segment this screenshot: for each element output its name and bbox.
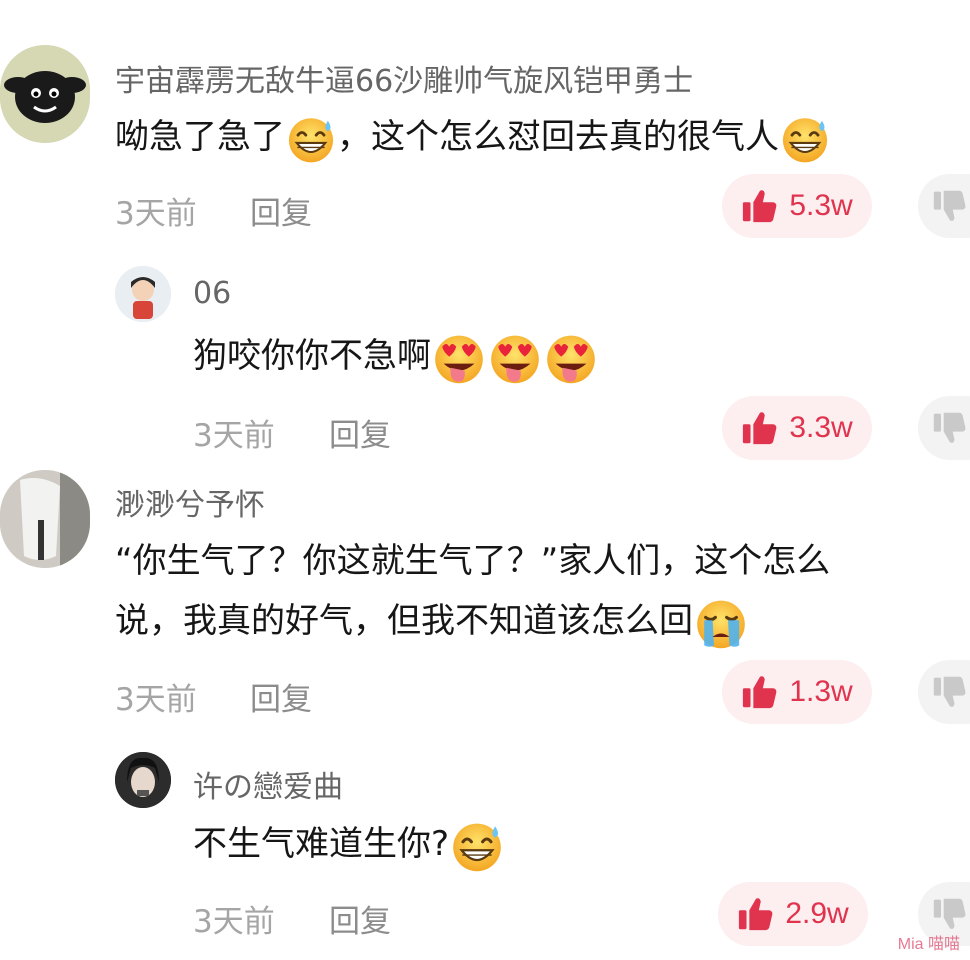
girl-photo-avatar-icon [115,752,171,808]
comment-text-part: 狗咬你你不急啊 [193,336,431,376]
like-count: 2.9w [785,897,849,930]
thumb-down-icon [932,674,968,710]
comment-text-line: “你生气了？你这就生气了？”家人们，这个怎么 [115,541,831,581]
heart-eyes-tongue-emoji-icon [487,330,543,386]
avatar[interactable] [0,470,90,568]
thumb-down-icon [932,410,968,446]
heart-eyes-tongue-emoji-icon [431,330,487,386]
photo-avatar-icon [0,470,90,568]
grinning-sweat-emoji-icon [449,818,505,874]
crying-emoji-icon [693,595,749,651]
comment-text-line: 说，我真的好气，但我不知道该怎么回 [115,593,749,651]
reply-button[interactable]: 回复 [250,674,312,719]
comment-4: 许の戀爱曲 不生气难道生你? 3天前 回复 2.9w [0,0,970,946]
heart-eyes-tongue-emoji-icon [543,330,599,386]
thumb-up-icon [741,409,779,447]
thumb-down-icon [932,896,968,932]
comment-text-part: 说，我真的好气，但我不知道该怎么回 [115,601,693,641]
thumb-up-icon [741,673,779,711]
thumb-up-icon [737,895,775,933]
username[interactable]: 许の戀爱曲 [193,762,343,806]
like-count: 1.3w [789,675,853,708]
comment-text: 狗咬你你不急啊 [193,328,599,386]
reply-button[interactable]: 回复 [329,410,391,455]
comment-time: 3天前 [115,682,197,718]
dislike-button[interactable] [918,396,970,460]
avatar[interactable] [115,266,171,322]
avatar[interactable] [115,752,171,808]
reply-button[interactable]: 回复 [329,896,391,941]
like-button[interactable]: 3.3w [722,396,872,460]
like-button[interactable]: 1.3w [722,660,872,724]
watermark: Mia 喵喵 [897,936,960,953]
comment-text-part: 不生气难道生你? [193,824,450,864]
username[interactable]: 渺渺兮予怀 [115,480,265,524]
username[interactable]: 06 [193,276,231,311]
comment-time: 3天前 [193,418,275,454]
dislike-button[interactable] [918,660,970,724]
comment-text: 不生气难道生你? [193,816,505,874]
like-count: 3.3w [789,411,853,444]
like-button[interactable]: 2.9w [718,882,868,946]
comment-time: 3天前 [193,904,275,940]
girl-avatar-icon [115,266,171,322]
